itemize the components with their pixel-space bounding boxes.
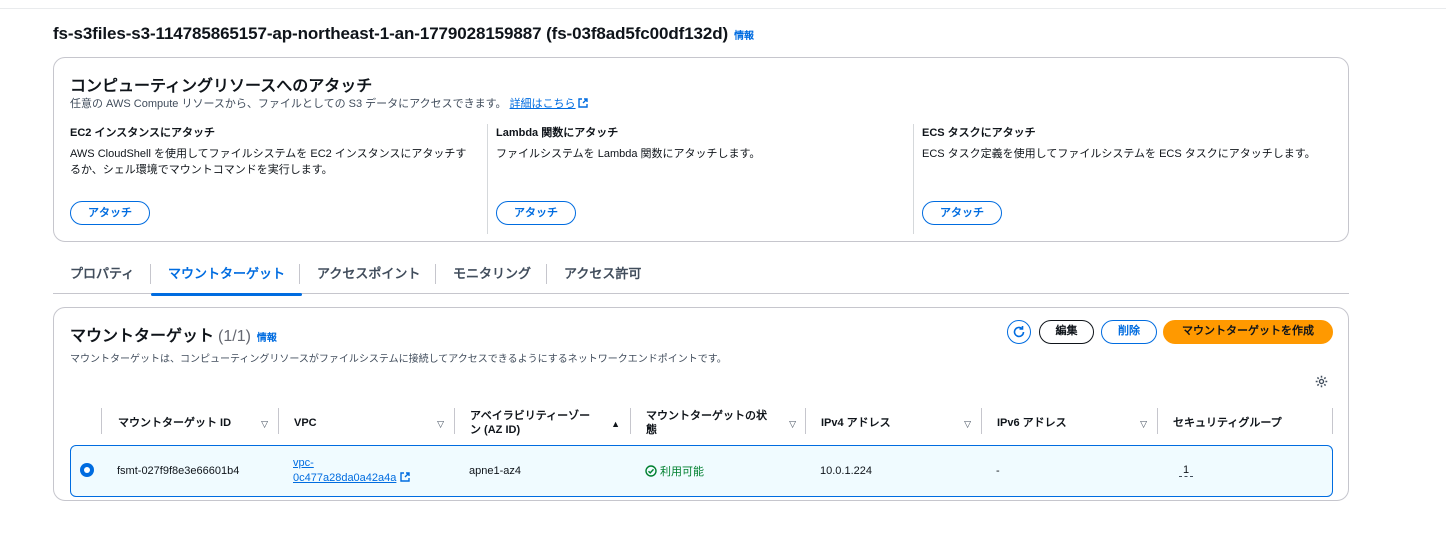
column-header-vpc-label: VPC bbox=[294, 417, 317, 429]
column-divider bbox=[487, 124, 488, 234]
attach-ec2-title: EC2 インスタンスにアタッチ bbox=[70, 127, 216, 139]
vpc-link[interactable]: vpc- 0c477a28da0a42a4a bbox=[293, 456, 411, 486]
column-divider bbox=[805, 408, 806, 434]
tab-monitoring[interactable]: モニタリング bbox=[453, 260, 531, 294]
page-title-text: fs-s3files-s3-114785865157-ap-northeast-… bbox=[53, 24, 729, 43]
info-link[interactable]: 情報 bbox=[734, 31, 754, 42]
availability-zone: apne1-az4 bbox=[469, 464, 521, 477]
column-header-vpc[interactable]: VPC ▽ bbox=[294, 406, 454, 440]
column-header-id[interactable]: マウントターゲット ID ▽ bbox=[118, 406, 278, 440]
column-divider bbox=[1157, 408, 1158, 434]
table-header: マウントターゲット ID ▽ VPC ▽ アベイラビリティーゾーン (AZ ID) ▲… bbox=[70, 406, 1334, 440]
column-header-ipv6-label: IPv6 アドレス bbox=[997, 417, 1067, 429]
column-header-az-label: アベイラビリティーゾーン (AZ ID) bbox=[470, 410, 591, 436]
status-text: 利用可能 bbox=[660, 465, 704, 478]
column-divider bbox=[630, 408, 631, 434]
column-header-ipv6[interactable]: IPv6 アドレス ▽ bbox=[997, 406, 1157, 440]
attach-ec2-text: AWS CloudShell を使用してファイルシステムを EC2 インスタンス… bbox=[70, 148, 467, 176]
column-divider bbox=[101, 408, 102, 434]
sort-icon[interactable]: ▲ bbox=[611, 417, 620, 431]
column-header-id-label: マウントターゲット ID bbox=[118, 417, 232, 429]
tab-permissions[interactable]: アクセス許可 bbox=[564, 260, 641, 294]
mount-target-id: fsmt-027f9f8e3e66601b4 bbox=[117, 464, 240, 477]
attach-ecs-title: ECS タスクにアタッチ bbox=[922, 127, 1036, 139]
column-header-security-groups[interactable]: セキュリティグループ bbox=[1173, 406, 1333, 440]
vpc-cell: vpc- 0c477a28da0a42a4a bbox=[293, 446, 411, 495]
external-link-icon bbox=[400, 471, 411, 482]
attach-lambda-title: Lambda 関数にアタッチ bbox=[496, 127, 619, 139]
sort-icon[interactable]: ▽ bbox=[261, 417, 268, 431]
refresh-button[interactable] bbox=[1007, 320, 1031, 344]
top-divider bbox=[0, 8, 1446, 9]
attach-ec2-button[interactable]: アタッチ bbox=[70, 201, 150, 225]
settings-gear-icon[interactable] bbox=[1315, 375, 1328, 388]
sort-icon[interactable]: ▽ bbox=[789, 417, 796, 431]
edit-button[interactable]: 編集 bbox=[1039, 320, 1094, 344]
status-cell: 利用可能 bbox=[645, 446, 704, 495]
sort-icon[interactable]: ▽ bbox=[964, 417, 971, 431]
column-header-security-groups-label: セキュリティグループ bbox=[1173, 417, 1282, 429]
attach-ecs-text: ECS タスク定義を使用してファイルシステムを ECS タスクにアタッチします。 bbox=[922, 148, 1316, 160]
column-divider bbox=[913, 124, 914, 234]
attach-heading: コンピューティングリソースへのアタッチ bbox=[70, 78, 373, 95]
tab-divider bbox=[150, 264, 151, 284]
mount-targets-count: (1/1) bbox=[218, 328, 251, 345]
external-link-icon bbox=[577, 98, 588, 108]
learn-more-link[interactable]: 詳細はこちら bbox=[510, 98, 588, 110]
sort-icon[interactable]: ▽ bbox=[437, 417, 444, 431]
column-header-az[interactable]: アベイラビリティーゾーン (AZ ID) ▲ bbox=[470, 406, 630, 440]
status-badge: 利用可能 bbox=[645, 463, 704, 479]
column-divider bbox=[1332, 408, 1333, 434]
tab-divider bbox=[299, 264, 300, 284]
table-row[interactable]: fsmt-027f9f8e3e66601b4 vpc- 0c477a28da0a… bbox=[70, 445, 1333, 497]
attach-description-text: 任意の AWS Compute リソースから、ファイルとしての S3 データにア… bbox=[70, 98, 507, 110]
delete-button[interactable]: 削除 bbox=[1101, 320, 1157, 344]
security-groups-value: 1 bbox=[1178, 464, 1194, 477]
attach-lambda-button[interactable]: アタッチ bbox=[496, 201, 576, 225]
create-mount-target-button[interactable]: マウントターゲットを作成 bbox=[1163, 320, 1333, 344]
attach-lambda-text: ファイルシステムを Lambda 関数にアタッチします。 bbox=[496, 148, 761, 160]
ipv4-address: 10.0.1.224 bbox=[820, 464, 872, 477]
vpc-link-line2: 0c477a28da0a42a4a bbox=[293, 471, 397, 484]
attach-description: 任意の AWS Compute リソースから、ファイルとしての S3 データにア… bbox=[70, 95, 588, 111]
vpc-link-line1: vpc- bbox=[293, 456, 314, 469]
learn-more-label: 詳細はこちら bbox=[509, 98, 576, 110]
security-groups-count[interactable]: 1 bbox=[1171, 446, 1201, 495]
column-header-status[interactable]: マウントターゲットの状態 ▽ bbox=[646, 406, 806, 440]
mount-targets-title: マウントターゲット (1/1) 情報 bbox=[70, 322, 277, 346]
tab-divider bbox=[435, 264, 436, 284]
mount-targets-description: マウントターゲットは、コンピューティングリソースがファイルシステムに接続してアク… bbox=[70, 354, 727, 365]
attach-compute-panel: コンピューティングリソースへのアタッチ 任意の AWS Compute リソース… bbox=[53, 57, 1349, 242]
tab-bar: プロパティ マウントターゲット アクセスポイント モニタリング アクセス許可 bbox=[53, 260, 1349, 296]
ipv6-address: - bbox=[996, 464, 1000, 477]
tab-properties[interactable]: プロパティ bbox=[70, 260, 134, 294]
page-title: fs-s3files-s3-114785865157-ap-northeast-… bbox=[53, 24, 754, 44]
column-header-ipv4-label: IPv4 アドレス bbox=[821, 417, 891, 429]
column-header-ipv4[interactable]: IPv4 アドレス ▽ bbox=[821, 406, 981, 440]
refresh-icon bbox=[1013, 326, 1025, 338]
tab-access-points[interactable]: アクセスポイント bbox=[317, 260, 420, 294]
column-divider bbox=[454, 408, 455, 434]
column-divider bbox=[278, 408, 279, 434]
attach-ecs-button[interactable]: アタッチ bbox=[922, 201, 1002, 225]
tab-mount-targets[interactable]: マウントターゲット bbox=[150, 260, 303, 296]
sort-icon[interactable]: ▽ bbox=[1140, 417, 1147, 431]
check-circle-icon bbox=[645, 464, 657, 477]
column-header-status-label: マウントターゲットの状態 bbox=[646, 410, 767, 436]
mount-targets-title-text: マウントターゲット bbox=[70, 328, 215, 345]
info-link[interactable]: 情報 bbox=[257, 333, 277, 344]
row-select-radio[interactable] bbox=[80, 463, 94, 477]
mount-targets-panel: マウントターゲット (1/1) 情報 マウントターゲットは、コンピューティングリソー… bbox=[53, 307, 1349, 501]
tab-divider bbox=[546, 264, 547, 284]
column-divider bbox=[981, 408, 982, 434]
